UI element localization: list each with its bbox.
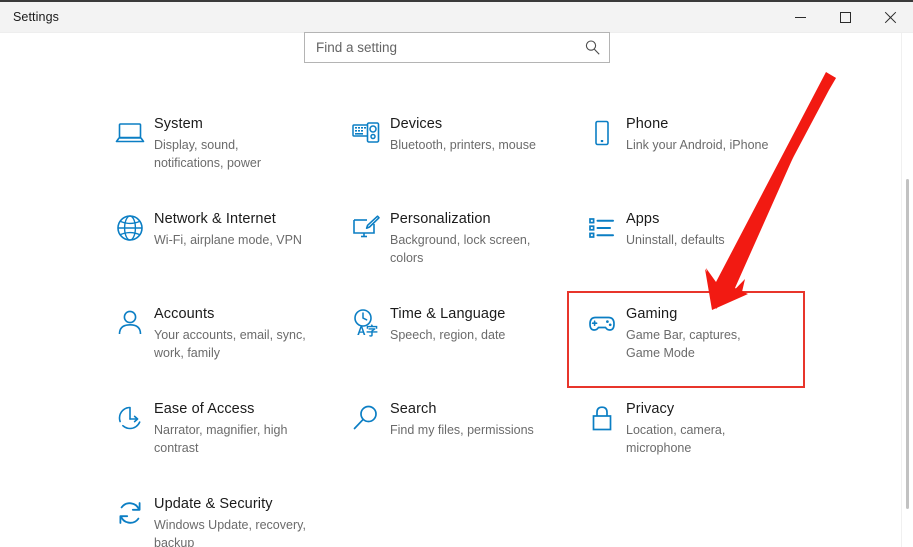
tile-title: Personalization [390,209,542,229]
maximize-icon [840,12,851,23]
settings-tile-devices[interactable]: Devices Bluetooth, printers, mouse [332,102,568,197]
person-icon [106,303,154,339]
lock-icon [578,398,626,434]
globe-icon [106,208,154,244]
settings-tile-personalization[interactable]: Personalization Background, lock screen,… [332,197,568,292]
tile-text: Ease of Access Narrator, magnifier, high… [154,398,306,457]
tile-text: Search Find my files, permissions [390,398,534,439]
minimize-button[interactable] [778,2,823,33]
title-bar: Settings [0,2,913,33]
tile-subtitle: Display, sound, notifications, power [154,136,306,172]
tile-title: Search [390,399,534,419]
tile-text: Time & Language Speech, region, date [390,303,505,344]
tile-title: Phone [626,114,768,134]
tile-text: Privacy Location, camera, microphone [626,398,778,457]
tile-subtitle: Background, lock screen, colors [390,231,542,267]
tile-title: Devices [390,114,536,134]
scrollbar-thumb[interactable] [906,179,909,509]
magnifier-icon [342,398,390,434]
tile-title: Gaming [626,304,778,324]
svg-text:字: 字 [366,323,378,338]
window-controls [778,2,913,33]
gamepad-icon [578,303,626,341]
tile-title: Privacy [626,399,778,419]
tile-subtitle: Find my files, permissions [390,421,534,439]
tile-subtitle: Your accounts, email, sync, work, family [154,326,306,362]
window-title: Settings [13,10,59,24]
list-icon [578,208,626,244]
tile-title: Network & Internet [154,209,302,229]
devices-icon [342,113,390,149]
laptop-icon [106,113,154,149]
search-input[interactable] [305,40,579,55]
phone-icon [578,113,626,149]
tile-text: Devices Bluetooth, printers, mouse [390,113,536,154]
tile-subtitle: Location, camera, microphone [626,421,778,457]
tile-subtitle: Speech, region, date [390,326,505,344]
settings-tile-time-language[interactable]: A 字 Time & Language Speech, region, date [332,292,568,387]
tile-title: System [154,114,306,134]
tile-subtitle: Wi-Fi, airplane mode, VPN [154,231,302,249]
settings-window: Settings [0,0,913,547]
settings-tile-phone[interactable]: Phone Link your Android, iPhone [568,102,804,197]
tile-text: Phone Link your Android, iPhone [626,113,768,154]
tile-text: Gaming Game Bar, captures, Game Mode [626,303,778,362]
close-icon [884,11,897,24]
settings-tile-apps[interactable]: Apps Uninstall, defaults [568,197,804,292]
ease-of-access-icon [106,398,154,434]
search-box[interactable] [304,32,610,63]
settings-tile-system[interactable]: System Display, sound, notifications, po… [96,102,332,197]
settings-grid: System Display, sound, notifications, po… [96,102,896,547]
minimize-icon [795,17,806,18]
tile-text: Accounts Your accounts, email, sync, wor… [154,303,306,362]
settings-tile-search[interactable]: Search Find my files, permissions [332,387,568,482]
svg-text:A: A [357,324,366,338]
close-button[interactable] [868,2,913,33]
refresh-icon [106,493,154,529]
tile-text: Update & Security Windows Update, recove… [154,493,306,547]
settings-tile-privacy[interactable]: Privacy Location, camera, microphone [568,387,804,482]
tile-text: Personalization Background, lock screen,… [390,208,542,267]
clock-language-icon: A 字 [342,303,390,339]
search-icon[interactable] [579,39,609,56]
brush-monitor-icon [342,208,390,244]
settings-tile-update-security[interactable]: Update & Security Windows Update, recove… [96,482,332,547]
maximize-button[interactable] [823,2,868,33]
settings-tile-network[interactable]: Network & Internet Wi-Fi, airplane mode,… [96,197,332,292]
tile-subtitle: Game Bar, captures, Game Mode [626,326,778,362]
tile-subtitle: Bluetooth, printers, mouse [390,136,536,154]
scrollbar-track[interactable] [901,33,913,547]
settings-tile-accounts[interactable]: Accounts Your accounts, email, sync, wor… [96,292,332,387]
tile-title: Update & Security [154,494,306,514]
tile-subtitle: Narrator, magnifier, high contrast [154,421,306,457]
tile-title: Time & Language [390,304,505,324]
tile-text: Network & Internet Wi-Fi, airplane mode,… [154,208,302,249]
tile-subtitle: Windows Update, recovery, backup [154,516,306,547]
tile-subtitle: Uninstall, defaults [626,231,725,249]
tile-title: Accounts [154,304,306,324]
tile-title: Apps [626,209,725,229]
tile-text: Apps Uninstall, defaults [626,208,725,249]
tile-subtitle: Link your Android, iPhone [626,136,768,154]
settings-tile-gaming[interactable]: Gaming Game Bar, captures, Game Mode [568,292,804,387]
settings-tile-ease-of-access[interactable]: Ease of Access Narrator, magnifier, high… [96,387,332,482]
tile-text: System Display, sound, notifications, po… [154,113,306,172]
tile-title: Ease of Access [154,399,306,419]
